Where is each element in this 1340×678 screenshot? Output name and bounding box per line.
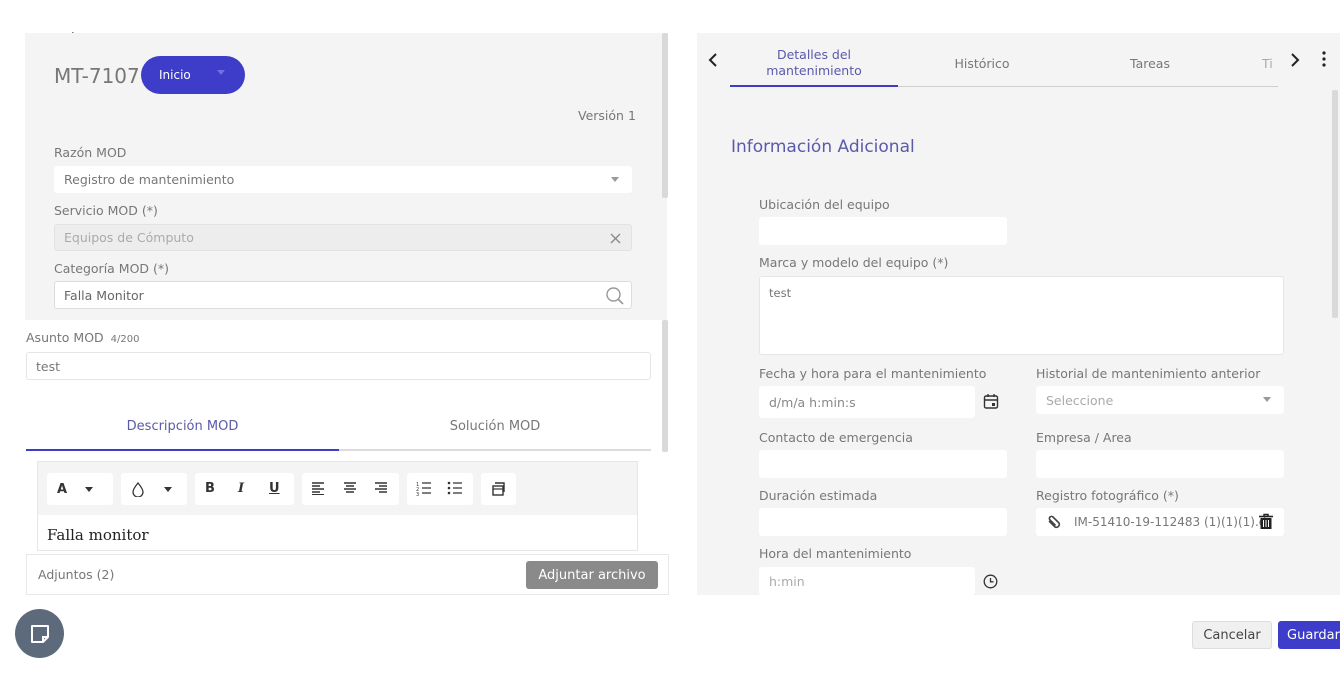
historial-placeholder: Seleccione [1046, 392, 1114, 408]
adjuntar-archivo-button[interactable]: Adjuntar archivo [526, 561, 658, 589]
tab-historico[interactable]: Histórico [898, 56, 1066, 71]
note-icon [30, 624, 49, 643]
tab-detalles-label: Detalles del mantenimiento [766, 47, 862, 78]
asunto-value: test [36, 358, 61, 374]
tab-tareas[interactable]: Tareas [1066, 56, 1234, 71]
align-center-icon[interactable] [343, 482, 357, 495]
asunto-label-text: Asunto MOD [26, 330, 104, 345]
italic-button[interactable]: I [238, 481, 244, 496]
chevron-left-icon[interactable] [707, 53, 719, 67]
tab-detalles[interactable]: Detalles del mantenimiento [730, 47, 898, 79]
contacto-label: Contacto de emergencia [759, 430, 913, 445]
categoria-field[interactable]: Falla Monitor [54, 281, 632, 309]
registro-label: Registro fotográfico (*) [1036, 488, 1179, 503]
left-scrollbar[interactable] [662, 33, 668, 198]
chevron-down-icon [164, 486, 172, 492]
paperclip-icon [1048, 515, 1061, 529]
tab-descripcion[interactable]: Descripción MOD [26, 419, 339, 434]
empresa-label: Empresa / Area [1036, 430, 1132, 445]
fecha-label: Fecha y hora para el mantenimiento [759, 366, 987, 381]
contacto-input[interactable] [759, 450, 1007, 478]
bold-button[interactable]: B [205, 481, 215, 496]
historial-label: Historial de mantenimiento anterior [1036, 366, 1261, 381]
save-button[interactable]: Guardar [1278, 621, 1340, 649]
historial-select[interactable]: Seleccione [1036, 386, 1284, 414]
table-button[interactable] [481, 473, 516, 505]
more-vertical-icon[interactable] [1321, 51, 1327, 67]
cancel-button[interactable]: Cancelar [1192, 621, 1272, 649]
servicio-field: Equipos de Cómputo [54, 224, 632, 251]
clock-icon[interactable] [983, 574, 998, 589]
asunto-label: Asunto MOD 4/200 [26, 330, 140, 345]
asunto-counter: 4/200 [110, 334, 140, 345]
right-scrollbar[interactable] [1332, 90, 1338, 318]
notes-fab[interactable] [15, 609, 64, 658]
ubicacion-input[interactable] [759, 217, 1007, 245]
align-right-icon[interactable] [374, 482, 388, 495]
svg-text:3: 3 [416, 492, 419, 496]
hora-placeholder: h:min [769, 573, 805, 589]
fecha-input[interactable]: d/m/a h:min:s [759, 386, 975, 418]
servicio-value: Equipos de Cómputo [64, 230, 194, 245]
ordered-list-icon[interactable]: 123 [416, 481, 432, 496]
chevron-down-icon [85, 486, 94, 492]
adjuntos-label[interactable]: Adjuntos (2) [38, 567, 114, 582]
chevron-down-icon [1263, 397, 1271, 402]
chevron-down-icon [217, 70, 225, 75]
razon-select[interactable]: Registro de mantenimiento [54, 166, 632, 193]
table-icon [492, 482, 505, 496]
background-color-button[interactable] [121, 473, 187, 505]
status-badge[interactable]: Inicio [141, 56, 245, 94]
font-color-label: A [57, 481, 68, 497]
razon-label: Razón MOD [54, 145, 127, 160]
section-title: Información Adicional [731, 137, 915, 157]
asunto-input[interactable]: test [26, 352, 651, 380]
hora-label: Hora del mantenimiento [759, 546, 912, 561]
droplet-icon [132, 481, 144, 497]
marca-textarea[interactable]: test [759, 276, 1284, 355]
registro-file-field[interactable]: IM-51410-19-112483 (1)(1)(1).d [1036, 508, 1284, 536]
servicio-label: Servicio MOD (*) [54, 203, 158, 218]
bullet-list-icon[interactable] [447, 481, 463, 496]
close-icon[interactable] [610, 233, 621, 244]
search-icon[interactable] [605, 286, 625, 306]
categoria-value: Falla Monitor [64, 287, 144, 303]
marca-label: Marca y modelo del equipo (*) [759, 255, 949, 270]
version-label: Versión 1 [578, 108, 636, 123]
duracion-label: Duración estimada [759, 488, 878, 503]
marca-value: test [769, 286, 792, 300]
fecha-placeholder: d/m/a h:min:s [769, 394, 856, 410]
left-lower-scrollbar[interactable] [662, 320, 668, 452]
categoria-label: Categoría MOD (*) [54, 261, 170, 276]
tab-underline [339, 449, 651, 451]
tab-underline-active [730, 85, 898, 87]
editor-content[interactable]: Falla monitor [47, 526, 149, 544]
font-color-button[interactable]: A [47, 473, 113, 505]
underline-button[interactable]: U [269, 481, 280, 496]
ubicacion-label: Ubicación del equipo [759, 197, 890, 212]
ticket-id: MT-7107 [54, 64, 140, 88]
duracion-input[interactable] [759, 508, 1007, 536]
chevron-down-icon [611, 177, 619, 182]
trash-icon[interactable] [1258, 513, 1274, 530]
empresa-input[interactable] [1036, 450, 1284, 478]
tab-truncated[interactable]: Ti [1262, 56, 1273, 71]
tab-solucion[interactable]: Solución MOD [339, 419, 651, 434]
align-left-icon[interactable] [311, 482, 325, 495]
razon-value: Registro de mantenimiento [64, 172, 235, 187]
calendar-icon[interactable] [983, 393, 999, 410]
chevron-right-icon[interactable] [1289, 53, 1301, 67]
hora-input[interactable]: h:min [759, 567, 975, 595]
registro-file-name[interactable]: IM-51410-19-112483 (1)(1)(1).d [1074, 515, 1266, 529]
tab-underline-active [26, 449, 339, 451]
status-badge-label: Inicio [159, 68, 191, 82]
